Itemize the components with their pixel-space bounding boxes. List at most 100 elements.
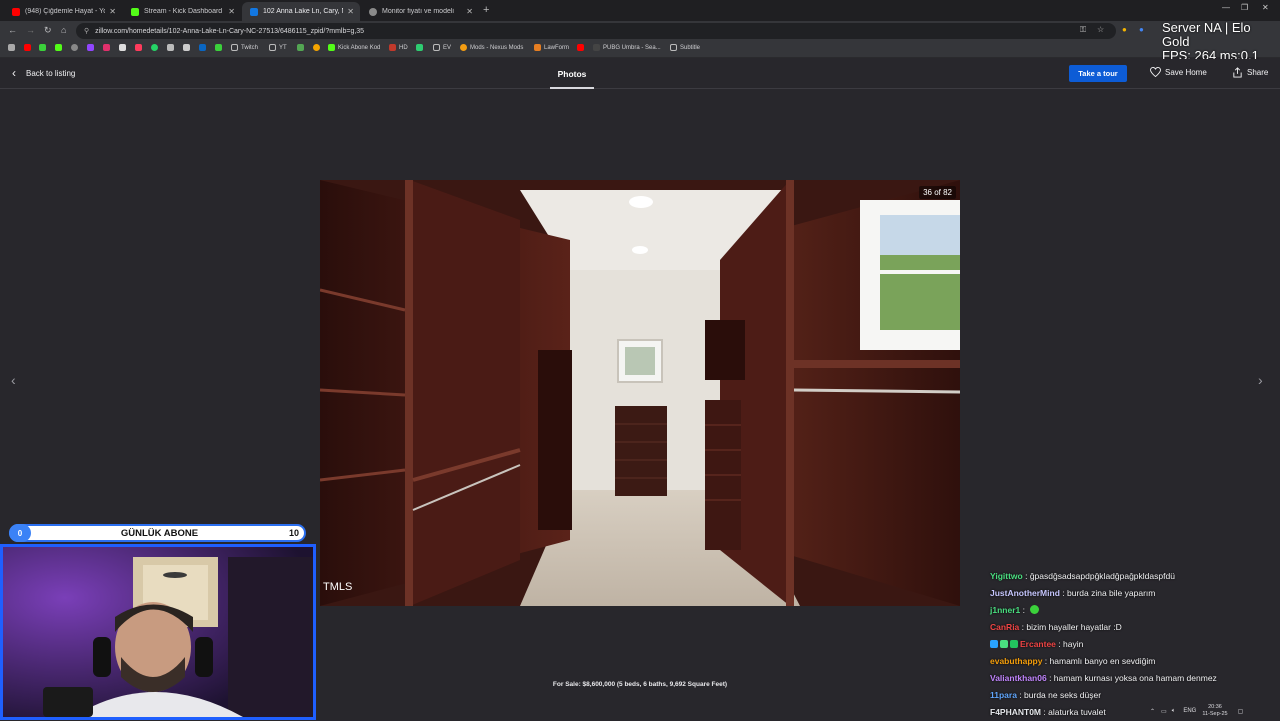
- bookmark-chrome-icon[interactable]: [71, 44, 78, 51]
- new-tab-plus-icon[interactable]: +: [483, 4, 489, 16]
- bookmark-apps-icon[interactable]: [8, 44, 15, 51]
- kick-icon: [131, 7, 139, 16]
- nexus-icon: [460, 44, 467, 51]
- chat-separator: :: [1055, 639, 1064, 649]
- chat-username[interactable]: evabuthappy: [990, 656, 1042, 666]
- minimize-icon[interactable]: —: [1222, 3, 1230, 12]
- chat-text: burda zina bile yaparım: [1066, 588, 1156, 598]
- next-photo-arrow-icon[interactable]: ›: [1258, 372, 1263, 388]
- site-info-icon[interactable]: ⚲: [84, 27, 89, 35]
- chat-username[interactable]: F4PHANT0M: [990, 707, 1041, 717]
- close-icon[interactable]: ✕: [466, 7, 473, 16]
- bookmark-icon[interactable]: [416, 44, 423, 51]
- save-home-label: Save Home: [1165, 67, 1207, 77]
- heart-icon: [1150, 67, 1161, 77]
- bookmark-whatsapp-icon[interactable]: [151, 44, 158, 51]
- bookmark-icon[interactable]: [215, 44, 222, 51]
- bookmark-folder-ev[interactable]: EV: [433, 44, 451, 51]
- bookmark-tumblr-icon[interactable]: [135, 44, 142, 51]
- bookmark-folder-yt[interactable]: YT: [269, 44, 287, 51]
- notification-icon[interactable]: ▢: [1238, 708, 1244, 715]
- bookmark-nexus-mods[interactable]: Mods - Nexus Mods: [460, 44, 523, 51]
- chat-username[interactable]: Yigittwo: [990, 571, 1023, 581]
- lawform-icon: [534, 44, 541, 51]
- previous-photo-arrow-icon[interactable]: ‹: [11, 372, 16, 388]
- chat-username[interactable]: 11para: [990, 690, 1017, 700]
- listing-photo[interactable]: 36 of 82 TMLS: [320, 180, 960, 606]
- bookmark-kick-abone-kod[interactable]: Kick Abone Kod: [328, 44, 380, 51]
- bookmark-icon[interactable]: [577, 44, 584, 51]
- chat-username[interactable]: j1nner1: [990, 605, 1020, 615]
- chat-username[interactable]: Ercantee: [1020, 639, 1056, 649]
- star-icon[interactable]: ☆: [1097, 25, 1104, 34]
- close-icon[interactable]: ✕: [228, 7, 235, 16]
- url-bar[interactable]: ⚲ zillow.com/homedetails/102-Anna-Lake-L…: [76, 23, 1116, 39]
- chat-username[interactable]: CanRia: [990, 622, 1019, 632]
- close-icon[interactable]: ✕: [109, 7, 116, 16]
- bookmark-label: HD: [399, 44, 408, 51]
- clock[interactable]: 20:36 11-Sep-25: [1202, 704, 1227, 718]
- bookmark-linkedin-icon[interactable]: [199, 44, 206, 51]
- bookmark-twitch-icon[interactable]: [87, 44, 94, 51]
- tab-kick-dashboard[interactable]: Stream - Kick Dashboard ✕: [123, 2, 241, 21]
- chat-username[interactable]: JustAnotherMind: [990, 588, 1060, 598]
- tab-photos[interactable]: Photos: [550, 59, 594, 89]
- bookmark-instagram-icon[interactable]: [103, 44, 110, 51]
- tab-youtube[interactable]: (948) Çiğdemle Hayat - YouTub ✕: [4, 2, 122, 21]
- goal-target: 10: [288, 528, 299, 538]
- chat-text: hamamlı banyo en sevdiğim: [1049, 656, 1156, 666]
- volume-icon[interactable]: 🔈︎: [1172, 708, 1176, 715]
- forward-arrow-icon[interactable]: →: [26, 25, 35, 35]
- browser-tab-strip: (948) Çiğdemle Hayat - YouTub ✕ Stream -…: [0, 0, 1280, 21]
- maximize-icon[interactable]: ❐: [1241, 3, 1248, 12]
- extension-icon[interactable]: ●: [1122, 25, 1127, 34]
- tab-monitor[interactable]: Monitor fiyatı ve modeli ✕: [361, 2, 479, 21]
- take-a-tour-button[interactable]: Take a tour: [1069, 65, 1127, 82]
- bookmark-icon[interactable]: [183, 44, 190, 51]
- back-arrow-icon[interactable]: ←: [8, 25, 17, 35]
- window-close-icon[interactable]: ✕: [1262, 3, 1269, 12]
- chat-separator: :: [1016, 690, 1025, 700]
- back-to-listing-link[interactable]: ‹ Back to listing: [12, 66, 75, 80]
- bookmark-icon[interactable]: [313, 44, 320, 51]
- bookmark-label: Twitch: [241, 44, 259, 51]
- chat-text: hamam kurnası yoksa ona hamam denmez: [1053, 673, 1217, 683]
- bookmark-label: YT: [279, 44, 287, 51]
- save-home-button[interactable]: Save Home: [1150, 67, 1207, 77]
- extension-icon[interactable]: ●: [1139, 25, 1144, 34]
- url-text: zillow.com/homedetails/102-Anna-Lake-Ln-…: [95, 27, 365, 35]
- webcam-image: [3, 547, 313, 717]
- translate-icon[interactable]: ⚿: [1080, 25, 1086, 35]
- language-indicator[interactable]: ENG: [1183, 708, 1196, 714]
- hd-icon: [389, 44, 396, 51]
- bookmark-kick-icon[interactable]: [55, 44, 62, 51]
- bookmark-folder-twitch[interactable]: Twitch: [231, 44, 258, 51]
- bookmark-youtube-icon[interactable]: [24, 44, 31, 51]
- close-icon[interactable]: ✕: [347, 7, 354, 16]
- bookmark-pubg[interactable]: PUBG Umbra - Sea...: [593, 44, 661, 51]
- bookmark-lawform[interactable]: LawForm: [534, 44, 569, 51]
- chat-text: bizim hayaller hayatlar :D: [1026, 622, 1122, 632]
- tab-label: 102 Anna Lake Ln, Cary, NC 27: [263, 8, 343, 15]
- chevron-left-icon: ‹: [12, 66, 16, 80]
- bookmark-icon[interactable]: [297, 44, 304, 51]
- stream-stats-overlay: Server NA | Elo Gold FPS: 264 ms:0.1: [1162, 21, 1280, 63]
- bookmark-label: LawForm: [544, 44, 570, 51]
- network-icon[interactable]: ▭: [1161, 708, 1167, 715]
- bookmark-hd[interactable]: HD: [389, 44, 408, 51]
- chat-username[interactable]: Valiantkhan06: [990, 673, 1047, 683]
- tab-label: Monitor fiyatı ve modeli: [382, 8, 454, 15]
- bookmark-x-icon[interactable]: [119, 44, 126, 51]
- server-text: Server NA | Elo Gold: [1162, 20, 1251, 49]
- home-icon[interactable]: ⌂: [61, 25, 66, 35]
- chat-text: alaturka tuvalet: [1048, 707, 1106, 717]
- tab-zillow[interactable]: 102 Anna Lake Ln, Cary, NC 27 ✕: [242, 2, 360, 21]
- chevron-up-icon[interactable]: ⌃: [1150, 708, 1155, 715]
- bookmark-icon[interactable]: [39, 44, 46, 51]
- bookmark-folder-subtitle[interactable]: Subtitle: [670, 44, 700, 51]
- system-tray: ⌃ ▭ 🔈︎ ENG 20:36 11-Sep-25 ▢: [1150, 702, 1280, 720]
- bookmark-icon[interactable]: [167, 44, 174, 51]
- reload-icon[interactable]: ↻: [44, 25, 52, 36]
- chat-text: ğpasdğsadsapdpğkladğpağpkldaspfdü: [1029, 571, 1175, 581]
- share-button[interactable]: Share: [1232, 67, 1268, 78]
